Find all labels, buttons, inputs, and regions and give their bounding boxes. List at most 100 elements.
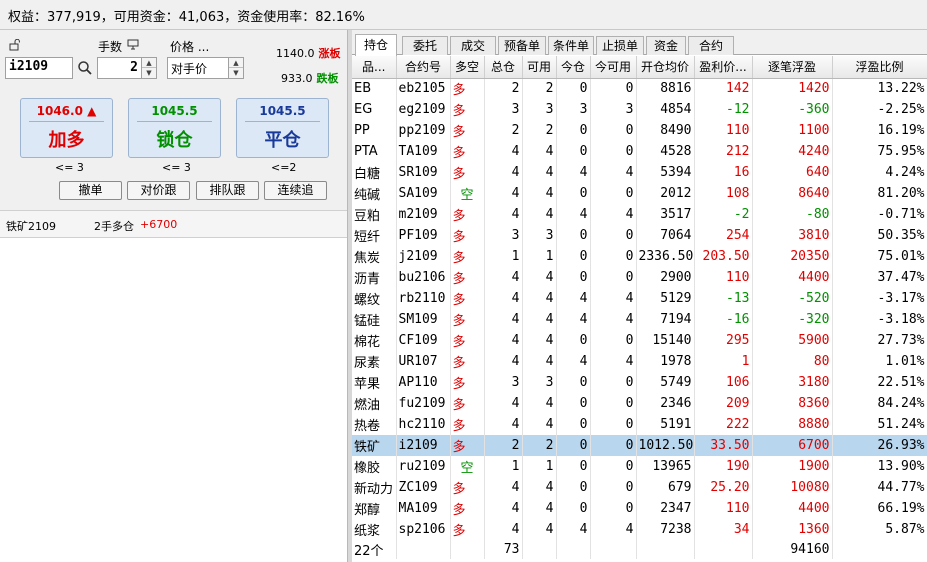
- lock-position-limit: <= 3: [162, 161, 191, 174]
- table-row[interactable]: PTA TA109 多 4 4 0 0 4528 212 4240 75.95%: [352, 141, 927, 162]
- cell-code: eg2109: [396, 99, 451, 120]
- cell-available: 4: [522, 141, 557, 162]
- col-code[interactable]: 合约号: [396, 56, 451, 79]
- col-available[interactable]: 可用: [522, 56, 557, 79]
- cell-available: 4: [522, 204, 557, 225]
- table-row[interactable]: 沥青 bu2106 多 4 4 0 0 2900 110 4400 37.47%: [352, 267, 927, 288]
- cell-code: ZC109: [396, 477, 451, 498]
- table-row[interactable]: 纯碱 SA109 空 4 4 0 0 2012 108 8640 81.20%: [352, 183, 927, 204]
- qty-stepper[interactable]: 2 ▲ ▼: [97, 57, 157, 79]
- cell-open-avg: 4854: [636, 99, 695, 120]
- col-pnl-ratio[interactable]: 浮盈比例: [832, 56, 927, 79]
- cell-total: 4: [484, 141, 523, 162]
- open-long-button[interactable]: 1046.0 ▲ 加多: [20, 98, 113, 158]
- tab-contracts[interactable]: 合约: [688, 36, 734, 55]
- cell-name: 橡胶: [352, 456, 397, 477]
- table-row[interactable]: 燃油 fu2109 多 4 4 0 0 2346 209 8360 84.24%: [352, 393, 927, 414]
- tab-positions[interactable]: 持仓: [355, 34, 397, 56]
- cell-pnl-ratio: -3.17%: [832, 288, 927, 309]
- table-row[interactable]: 尿素 UR107 多 4 4 4 4 1978 1 80 1.01%: [352, 351, 927, 372]
- cell-pnl-price: 108: [694, 183, 753, 204]
- cell-today-available: 0: [590, 477, 637, 498]
- follow-queue-button[interactable]: 排队跟: [196, 181, 259, 200]
- open-long-label: 加多: [48, 130, 85, 151]
- cell-direction: 空: [450, 183, 485, 204]
- table-row[interactable]: PP pp2109 多 2 2 0 0 8490 110 1100 16.19%: [352, 120, 927, 141]
- cell-direction: 空: [450, 456, 485, 477]
- price-spinner[interactable]: ▲ ▼: [228, 58, 243, 78]
- table-row[interactable]: 新动力 ZC109 多 4 4 0 0 679 25.20 10080 44.77%: [352, 477, 927, 498]
- cell-direction: 多: [450, 393, 485, 414]
- price-down-icon[interactable]: ▼: [229, 68, 243, 78]
- tab-prepared[interactable]: 预备单: [498, 36, 546, 55]
- table-row[interactable]: 郑醇 MA109 多 4 4 0 0 2347 110 4400 66.19%: [352, 498, 927, 519]
- table-row[interactable]: 纸浆 sp2106 多 4 4 4 4 7238 34 1360 5.87%: [352, 519, 927, 540]
- price-label[interactable]: 价格 ...: [170, 38, 209, 55]
- cell-pnl-ratio: 37.47%: [832, 267, 927, 288]
- cell-total: 1: [484, 246, 523, 267]
- table-row[interactable]: 棉花 CF109 多 4 4 0 0 15140 295 5900 27.73%: [352, 330, 927, 351]
- table-row[interactable]: 白糖 SR109 多 4 4 4 4 5394 16 640 4.24%: [352, 162, 927, 183]
- table-row[interactable]: 螺纹 rb2110 多 4 4 4 4 5129 -13 -520 -3.17%: [352, 288, 927, 309]
- lock-position-button[interactable]: 1045.5 锁仓: [128, 98, 221, 158]
- table-row[interactable]: 热卷 hc2110 多 4 4 0 0 5191 222 8880 51.24%: [352, 414, 927, 435]
- table-row[interactable]: 短纤 PF109 多 3 3 0 0 7064 254 3810 50.35%: [352, 225, 927, 246]
- cell-available: 4: [522, 162, 557, 183]
- qty-down-icon[interactable]: ▼: [142, 68, 156, 78]
- table-row[interactable]: 豆粕 m2109 多 4 4 4 4 3517 -2 -80 -0.71%: [352, 204, 927, 225]
- search-icon[interactable]: [77, 60, 93, 76]
- unlock-icon[interactable]: [9, 39, 21, 51]
- table-row[interactable]: 铁矿 i2109 多 2 2 0 0 1012.50 33.50 6700 26.93%: [352, 435, 927, 456]
- cell-name: 豆粕: [352, 204, 397, 225]
- cell-available: 4: [522, 288, 557, 309]
- cell-open-avg: 4528: [636, 141, 695, 162]
- col-today-available[interactable]: 今可用: [590, 56, 637, 79]
- cell-available: 3: [522, 372, 557, 393]
- cell-today: 0: [556, 456, 591, 477]
- cell-code: fu2109: [396, 393, 451, 414]
- cell-code: SR109: [396, 162, 451, 183]
- table-row[interactable]: 焦炭 j2109 多 1 1 0 0 2336.50 203.50 20350 75.01%: [352, 246, 927, 267]
- qty-mode-icon[interactable]: [127, 39, 139, 50]
- col-direction[interactable]: 多空: [450, 56, 485, 79]
- qty-value[interactable]: 2: [130, 60, 138, 75]
- cell-available: 1: [522, 246, 557, 267]
- col-float-pnl[interactable]: 逐笔浮盈: [752, 56, 833, 79]
- close-position-button[interactable]: 1045.5 平仓: [236, 98, 329, 158]
- col-name[interactable]: 品...: [352, 56, 397, 79]
- qty-spinner[interactable]: ▲ ▼: [141, 58, 156, 78]
- cell-today: 4: [556, 519, 591, 540]
- col-open-avg[interactable]: 开仓均价: [636, 56, 695, 79]
- tab-stoploss[interactable]: 止损单: [596, 36, 644, 55]
- cell-today-available: 0: [590, 267, 637, 288]
- cell-pnl-ratio: 13.90%: [832, 456, 927, 477]
- table-row[interactable]: 锰硅 SM109 多 4 4 4 4 7194 -16 -320 -3.18%: [352, 309, 927, 330]
- follow-counter-button[interactable]: 对价跟: [127, 181, 190, 200]
- col-pnl-price[interactable]: 盈利价...: [694, 56, 753, 79]
- positions-table: 品... 合约号 多空 总仓 可用 今仓 今可用 开仓均价 盈利价... 逐笔浮…: [352, 56, 927, 559]
- table-row[interactable]: EB eb2105 多 2 2 0 0 8816 142 1420 13.22%: [352, 78, 927, 99]
- cell-name: 新动力: [352, 477, 397, 498]
- table-row[interactable]: 苹果 AP110 多 3 3 0 0 5749 106 3180 22.51%: [352, 372, 927, 393]
- col-total[interactable]: 总仓: [484, 56, 523, 79]
- qty-up-icon[interactable]: ▲: [142, 58, 156, 68]
- chase-button[interactable]: 连续追: [264, 181, 327, 200]
- cell-pnl-price: 295: [694, 330, 753, 351]
- tab-trades[interactable]: 成交: [450, 36, 496, 55]
- col-today[interactable]: 今仓: [556, 56, 591, 79]
- cell-pnl-price: 16: [694, 162, 753, 183]
- table-row[interactable]: 橡胶 ru2109 空 1 1 0 0 13965 190 1900 13.90%: [352, 456, 927, 477]
- total-empty: [522, 540, 557, 559]
- tab-orders[interactable]: 委托: [402, 36, 448, 55]
- tab-funds[interactable]: 资金: [646, 36, 686, 55]
- cancel-order-button[interactable]: 撤单: [59, 181, 122, 200]
- price-up-icon[interactable]: ▲: [229, 58, 243, 68]
- cell-direction: 多: [450, 414, 485, 435]
- tab-conditional[interactable]: 条件单: [548, 36, 594, 55]
- price-mode-select[interactable]: 对手价 ▲ ▼: [167, 57, 244, 79]
- total-empty: [590, 540, 637, 559]
- cell-today: 0: [556, 435, 591, 456]
- cell-code: i2109: [396, 435, 451, 456]
- table-row[interactable]: EG eg2109 多 3 3 3 3 4854 -12 -360 -2.25%: [352, 99, 927, 120]
- contract-input[interactable]: i2109: [5, 57, 73, 79]
